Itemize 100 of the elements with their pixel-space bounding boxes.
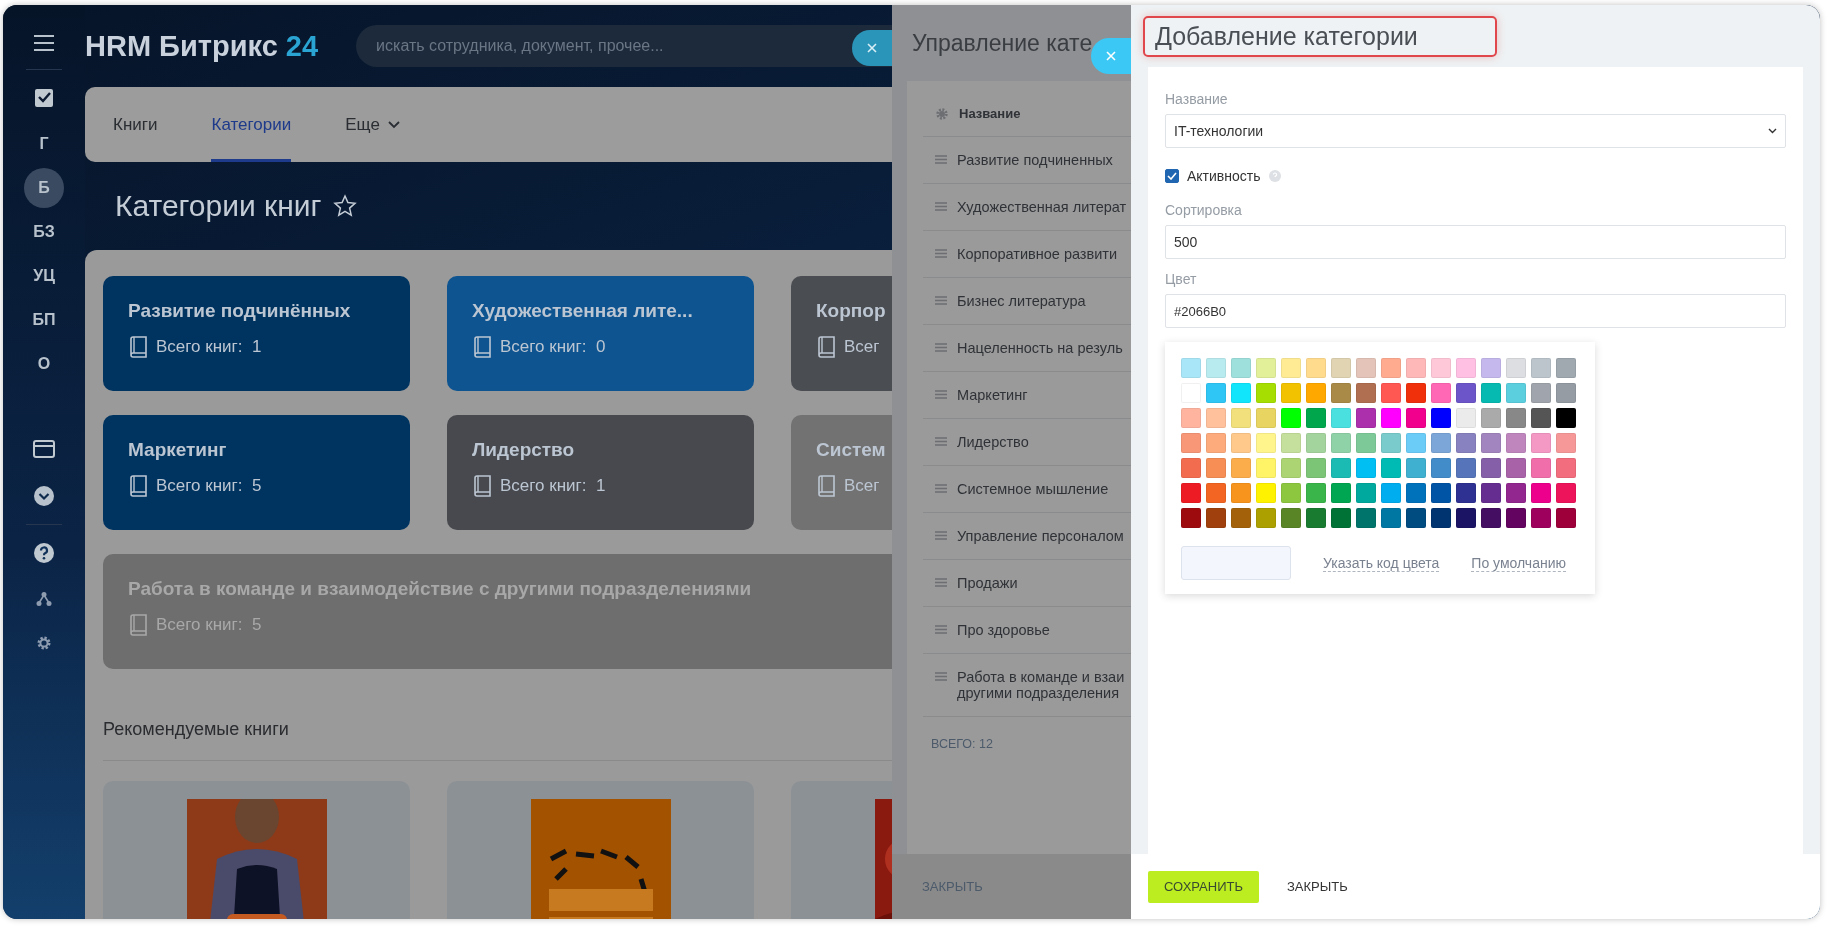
sidebar-item[interactable]: БЗ [24, 212, 64, 252]
network-icon[interactable] [36, 591, 52, 607]
category-item[interactable]: Системное мышление [957, 481, 1109, 497]
color-swatch[interactable] [1206, 483, 1226, 503]
color-swatch[interactable] [1481, 408, 1501, 428]
category-card[interactable]: Развитие подчинённых Всего книг: 1 [103, 276, 410, 391]
drag-handle-icon[interactable] [935, 343, 947, 352]
color-swatch[interactable] [1481, 433, 1501, 453]
color-swatch[interactable] [1181, 358, 1201, 378]
color-swatch[interactable] [1381, 408, 1401, 428]
category-item[interactable]: Продажи [957, 575, 1018, 591]
color-swatch[interactable] [1481, 358, 1501, 378]
color-swatch[interactable] [1331, 383, 1351, 403]
color-swatch[interactable] [1506, 408, 1526, 428]
color-swatch[interactable] [1281, 358, 1301, 378]
color-swatch[interactable] [1256, 458, 1276, 478]
sort-field[interactable]: 500 [1165, 225, 1786, 259]
color-swatch[interactable] [1231, 433, 1251, 453]
category-card[interactable]: Корпор Всег [791, 276, 892, 391]
save-button[interactable]: СОХРАНИТЬ [1148, 870, 1259, 903]
color-swatch[interactable] [1306, 458, 1326, 478]
color-swatch[interactable] [1206, 408, 1226, 428]
color-swatch[interactable] [1381, 433, 1401, 453]
color-swatch[interactable] [1456, 508, 1476, 528]
drag-handle-icon[interactable] [935, 437, 947, 446]
color-swatch[interactable] [1381, 383, 1401, 403]
color-swatch[interactable] [1406, 433, 1426, 453]
color-swatch[interactable] [1306, 383, 1326, 403]
category-item[interactable]: Про здоровье [957, 622, 1050, 638]
name-select[interactable]: IT-технологии [1165, 114, 1786, 148]
color-swatch[interactable] [1181, 458, 1201, 478]
default-color-link[interactable]: По умолчанию [1471, 554, 1566, 572]
color-swatch[interactable] [1206, 383, 1226, 403]
color-swatch[interactable] [1356, 458, 1376, 478]
checkbox[interactable] [1165, 169, 1179, 183]
color-swatch[interactable] [1256, 383, 1276, 403]
color-swatch[interactable] [1306, 358, 1326, 378]
color-swatch[interactable] [1556, 458, 1576, 478]
color-swatch[interactable] [1406, 358, 1426, 378]
color-swatch[interactable] [1256, 508, 1276, 528]
color-swatch[interactable] [1556, 433, 1576, 453]
color-swatch[interactable] [1356, 383, 1376, 403]
chevron-icon[interactable] [34, 486, 54, 506]
color-swatch[interactable] [1381, 483, 1401, 503]
color-swatch[interactable] [1456, 408, 1476, 428]
color-swatch[interactable] [1406, 408, 1426, 428]
close-button[interactable] [852, 30, 892, 66]
tab[interactable]: Еще [345, 87, 400, 162]
color-swatch[interactable] [1456, 483, 1476, 503]
color-swatch[interactable] [1556, 408, 1576, 428]
color-swatch[interactable] [1431, 408, 1451, 428]
category-item[interactable]: Корпоративное развити [957, 246, 1118, 262]
color-swatch[interactable] [1306, 508, 1326, 528]
category-item[interactable]: Маркетинг [957, 387, 1028, 403]
color-swatch[interactable] [1531, 483, 1551, 503]
color-swatch[interactable] [1556, 358, 1576, 378]
color-swatch[interactable] [1456, 383, 1476, 403]
color-swatch[interactable] [1456, 358, 1476, 378]
close-button[interactable]: ЗАКРЫТЬ [1287, 871, 1348, 902]
color-swatch[interactable] [1556, 483, 1576, 503]
settings-icon[interactable] [36, 635, 52, 651]
color-swatch[interactable] [1331, 483, 1351, 503]
color-swatch[interactable] [1331, 508, 1351, 528]
color-swatch[interactable] [1556, 508, 1576, 528]
color-swatch[interactable] [1281, 483, 1301, 503]
category-item[interactable]: Работа в команде и взаи другими подразделения [957, 669, 1125, 701]
color-swatch[interactable] [1531, 458, 1551, 478]
color-swatch[interactable] [1531, 508, 1551, 528]
window-icon[interactable] [33, 440, 55, 458]
color-swatch[interactable] [1381, 358, 1401, 378]
sidebar-item[interactable]: О [24, 344, 64, 384]
color-swatch[interactable] [1406, 383, 1426, 403]
color-swatch[interactable] [1431, 358, 1451, 378]
tab[interactable]: Книги [113, 87, 158, 162]
drag-handle-icon[interactable] [935, 296, 947, 305]
category-item[interactable]: Развитие подчиненных [957, 152, 1113, 168]
checkbox-icon[interactable] [34, 88, 54, 108]
color-swatch[interactable] [1556, 383, 1576, 403]
category-card[interactable]: Лидерство Всего книг: 1 [447, 415, 754, 530]
color-swatch[interactable] [1181, 483, 1201, 503]
drag-handle-icon[interactable] [935, 202, 947, 211]
color-swatch[interactable] [1406, 483, 1426, 503]
color-swatch[interactable] [1431, 508, 1451, 528]
color-swatch[interactable] [1231, 383, 1251, 403]
color-swatch[interactable] [1331, 458, 1351, 478]
color-swatch[interactable] [1406, 458, 1426, 478]
color-field[interactable]: #2066B0 [1165, 294, 1786, 328]
color-swatch[interactable] [1531, 358, 1551, 378]
color-swatch[interactable] [1481, 483, 1501, 503]
menu-icon[interactable] [34, 35, 54, 51]
color-swatch[interactable] [1431, 458, 1451, 478]
sidebar-item[interactable]: Г [24, 124, 64, 164]
color-swatch[interactable] [1431, 483, 1451, 503]
color-swatch[interactable] [1531, 383, 1551, 403]
star-icon[interactable] [333, 194, 358, 218]
help-icon[interactable] [34, 543, 54, 563]
color-swatch[interactable] [1281, 458, 1301, 478]
search-field[interactable]: искать сотрудника, документ, прочее... [356, 25, 892, 67]
color-swatch[interactable] [1456, 458, 1476, 478]
color-swatch[interactable] [1231, 408, 1251, 428]
